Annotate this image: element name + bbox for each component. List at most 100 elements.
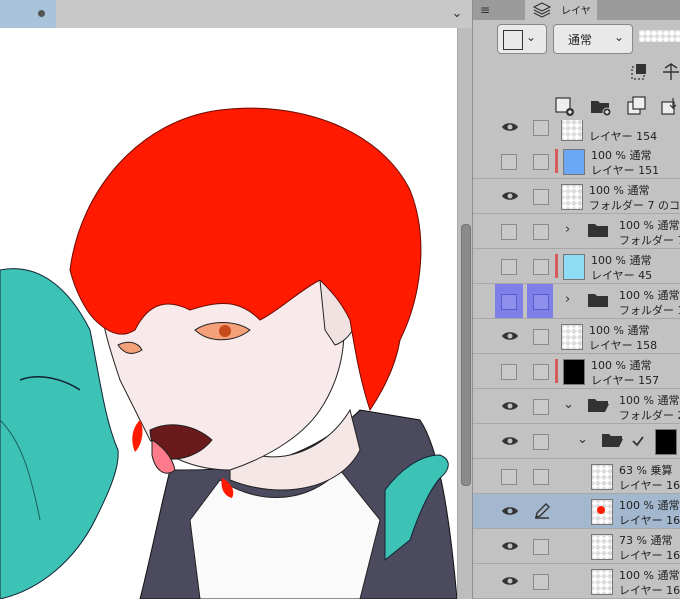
checkbox xyxy=(501,154,517,170)
layers-icon xyxy=(533,2,551,18)
checkbox xyxy=(501,469,517,485)
illustration xyxy=(0,107,457,599)
pencil-icon xyxy=(535,503,550,519)
layer-row[interactable]: 100 % 通常 レイヤー 158 xyxy=(473,319,680,354)
layer-opacity-mode: 73 % 通常 xyxy=(619,534,673,547)
layer-row[interactable]: 100 % 通常 レイヤー 151 xyxy=(473,144,680,179)
merge-layer-icon[interactable] xyxy=(659,94,680,118)
lock-toggle[interactable] xyxy=(527,120,553,144)
copy-layer-icon[interactable] xyxy=(625,94,649,118)
document-tab-bar: ⌄ xyxy=(0,0,472,29)
visibility-toggle[interactable] xyxy=(495,494,523,528)
new-raster-layer-icon[interactable] xyxy=(553,94,577,118)
visibility-toggle[interactable] xyxy=(495,319,523,353)
draft-marker xyxy=(555,149,558,173)
drawing-canvas[interactable] xyxy=(0,28,457,599)
lock-toggle[interactable] xyxy=(527,424,553,458)
opacity-slider[interactable] xyxy=(639,30,680,42)
scrollbar-thumb[interactable] xyxy=(461,224,471,486)
visibility-toggle[interactable] xyxy=(495,389,523,423)
reference-icon[interactable] xyxy=(659,60,680,84)
visibility-toggle[interactable] xyxy=(495,459,523,493)
lock-toggle[interactable] xyxy=(527,319,553,353)
document-tab[interactable] xyxy=(0,0,56,28)
lock-toggle[interactable] xyxy=(527,214,553,248)
chevron-right-icon[interactable]: › xyxy=(565,222,570,237)
chevron-right-icon[interactable]: › xyxy=(565,292,570,307)
blend-mode-select[interactable]: 通常 ⌄ xyxy=(553,24,633,54)
folder-row[interactable]: ⌄ xyxy=(473,424,680,459)
layer-thumbnail xyxy=(563,359,585,385)
folder-mask-thumbnail xyxy=(655,429,677,455)
layer-opacity-mode: 100 % 通常 xyxy=(619,499,680,512)
layer-row[interactable]: 63 % 乗算 レイヤー 161 xyxy=(473,459,680,494)
checkbox xyxy=(533,539,549,555)
visibility-toggle[interactable] xyxy=(495,354,523,388)
lock-toggle[interactable] xyxy=(527,284,553,318)
visibility-toggle[interactable] xyxy=(495,529,523,563)
visibility-toggle[interactable] xyxy=(495,424,523,458)
layer-thumbnail xyxy=(591,499,613,525)
checkbox xyxy=(533,259,549,275)
checkbox xyxy=(501,294,517,310)
layer-row[interactable]: 100 % 通常 レイヤー 45 xyxy=(473,249,680,284)
layer-list[interactable]: レイヤー 154 100 % 通常 レイヤー 151 100 % 通常 フォルダ… xyxy=(473,120,680,599)
lock-toggle[interactable] xyxy=(527,389,553,423)
lock-toggle[interactable] xyxy=(527,459,553,493)
chevron-down-icon[interactable]: ⌄ xyxy=(446,4,468,24)
layer-name: レイヤー 162 xyxy=(619,549,680,562)
checkbox xyxy=(533,364,549,380)
lock-toggle[interactable] xyxy=(527,179,553,213)
layer-thumbnail xyxy=(591,534,613,560)
layer-opacity-mode: 100 % 通常 xyxy=(591,254,652,267)
visibility-toggle[interactable] xyxy=(495,564,523,598)
layer-row[interactable]: 100 % 通常 レイヤー 160 xyxy=(473,564,680,599)
visibility-toggle[interactable] xyxy=(495,144,523,178)
chevron-down-icon[interactable]: ⌄ xyxy=(563,397,574,412)
checkbox xyxy=(533,469,549,485)
layer-name: レイヤー 151 xyxy=(591,164,660,177)
lock-toggle[interactable] xyxy=(527,494,553,528)
canvas-area[interactable]: ⌄ xyxy=(0,0,472,599)
lock-toggle[interactable] xyxy=(527,249,553,283)
layer-thumbnail xyxy=(563,149,585,175)
vertical-scrollbar[interactable] xyxy=(458,28,472,599)
layer-thumbnail xyxy=(591,569,613,595)
visibility-toggle[interactable] xyxy=(495,214,523,248)
checkbox xyxy=(533,189,549,205)
layer-row[interactable]: 73 % 通常 レイヤー 162 xyxy=(473,529,680,564)
lock-toggle[interactable] xyxy=(527,354,553,388)
lock-toggle[interactable] xyxy=(527,144,553,178)
eye-icon xyxy=(502,192,518,200)
hamburger-menu-icon[interactable]: ≡ xyxy=(477,2,493,18)
visibility-toggle[interactable] xyxy=(495,249,523,283)
visibility-toggle[interactable] xyxy=(495,179,523,213)
checkbox xyxy=(533,574,549,590)
eye-icon xyxy=(502,123,518,131)
chevron-down-icon[interactable]: ⌄ xyxy=(577,432,588,447)
layer-row[interactable]: 100 % 通常 レイヤー 157 xyxy=(473,354,680,389)
layer-row[interactable]: 100 % 通常 フォルダー 7 のコピ xyxy=(473,179,680,214)
visibility-toggle[interactable] xyxy=(495,120,523,144)
visibility-toggle[interactable] xyxy=(495,284,523,318)
checkmark-icon xyxy=(632,436,644,447)
folder-row[interactable]: › 100 % 通常 フォルダー 15 xyxy=(473,284,680,319)
folder-icon xyxy=(588,294,608,307)
eye-icon xyxy=(502,577,518,585)
unsaved-dot-icon xyxy=(38,10,45,17)
lock-toggle[interactable] xyxy=(527,564,553,598)
folder-row[interactable]: › 100 % 通常 フォルダー 7 xyxy=(473,214,680,249)
layer-thumbnail xyxy=(561,184,583,210)
eye-icon xyxy=(502,332,518,340)
layer-row-selected[interactable]: 100 % 通常 レイヤー 163 xyxy=(473,494,680,529)
folder-row[interactable]: ⌄ 100 % 通常 フォルダー 2 xyxy=(473,389,680,424)
expression-color-select[interactable]: ⌄ xyxy=(497,24,547,54)
tab-layer[interactable]: レイヤー xyxy=(525,0,597,32)
lock-toggle[interactable] xyxy=(527,529,553,563)
clipping-icon[interactable] xyxy=(627,60,651,84)
layer-row[interactable]: レイヤー 154 xyxy=(473,120,680,145)
checkbox xyxy=(533,399,549,415)
layer-opacity-mode: 100 % 通常 xyxy=(619,289,680,302)
new-folder-icon[interactable] xyxy=(589,94,613,118)
folder-open-icon xyxy=(602,434,623,447)
